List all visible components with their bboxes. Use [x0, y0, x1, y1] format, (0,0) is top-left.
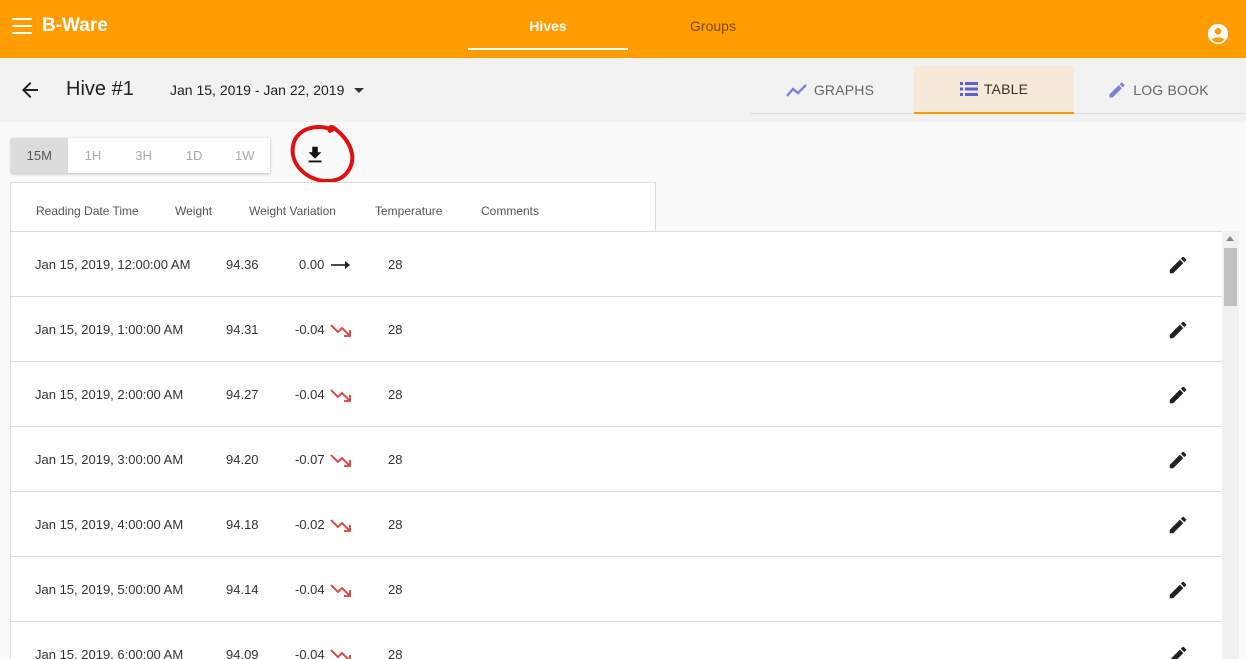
cell-weight-variation: 0.00: [299, 257, 325, 272]
tab-label: GRAPHS: [813, 82, 875, 98]
download-icon[interactable]: [304, 144, 326, 166]
edit-pencil-icon[interactable]: [1167, 514, 1189, 536]
cell-temperature: 28: [388, 452, 403, 467]
column-header[interactable]: Reading Date Time: [36, 204, 139, 218]
cell-weight: 94.14: [226, 582, 259, 597]
table-row: Jan 15, 2019, 2:00:00 AM 94.27 -0.04 28: [11, 362, 1222, 427]
cell-weight-variation: -0.04: [295, 322, 325, 337]
cell-temperature: 28: [388, 647, 403, 659]
cell-datetime: Jan 15, 2019, 1:00:00 AM: [35, 322, 184, 337]
cell-weight: 94.18: [226, 517, 259, 532]
nav-tab-hives[interactable]: Hives: [468, 0, 628, 58]
edit-pencil-icon[interactable]: [1167, 579, 1189, 601]
trend-flat-arrow-icon: [331, 261, 350, 269]
scroll-thumb[interactable]: [1224, 248, 1237, 306]
edit-pencil-icon[interactable]: [1167, 254, 1189, 276]
trend-down-arrow-icon: [330, 324, 351, 337]
cell-weight-variation: -0.04: [295, 387, 325, 402]
column-header[interactable]: Weight Variation: [249, 204, 336, 218]
page-title: Hive #1: [66, 78, 134, 100]
back-arrow-icon[interactable]: [18, 78, 42, 102]
trend-down-arrow-icon: [330, 389, 351, 402]
cell-weight-variation: -0.04: [295, 647, 325, 659]
cell-weight: 94.09: [226, 647, 259, 659]
table-row: Jan 15, 2019, 5:00:00 AM 94.14 -0.04 28: [11, 557, 1222, 622]
cell-weight-variation: -0.07: [295, 452, 325, 467]
cell-weight: 94.31: [226, 322, 259, 337]
view-tabs: GRAPHS TABLE LOG BOOK: [750, 66, 1246, 114]
cell-datetime: Jan 15, 2019, 3:00:00 AM: [35, 452, 184, 467]
hive-header: Hive #1 Jan 15, 2019 - Jan 22, 2019 GRAP…: [0, 58, 1246, 122]
cell-weight-variation: -0.02: [295, 517, 325, 532]
cell-temperature: 28: [388, 582, 403, 597]
app-brand: B-Ware: [42, 15, 108, 36]
edit-pencil-icon[interactable]: [1167, 644, 1189, 659]
table-row: Jan 15, 2019, 1:00:00 AM 94.31 -0.04 28: [11, 297, 1222, 362]
scroll-up-arrow-icon[interactable]: [1226, 236, 1234, 241]
nav-tab-label: Groups: [690, 18, 736, 34]
table-row: Jan 15, 2019, 4:00:00 AM 94.18 -0.02 28: [11, 492, 1222, 557]
caret-down-icon: [354, 87, 365, 93]
cell-weight: 94.20: [226, 452, 259, 467]
date-range-dropdown[interactable]: Jan 15, 2019 - Jan 22, 2019: [170, 82, 365, 98]
cell-datetime: Jan 15, 2019, 4:00:00 AM: [35, 517, 184, 532]
tab-log-book[interactable]: LOG BOOK: [1078, 66, 1238, 114]
trend-down-arrow-icon: [330, 649, 351, 659]
cell-datetime: Jan 15, 2019, 2:00:00 AM: [35, 387, 184, 402]
account-circle-icon[interactable]: [1207, 23, 1229, 45]
edit-pencil-icon[interactable]: [1167, 319, 1189, 341]
date-range-label: Jan 15, 2019 - Jan 22, 2019: [170, 82, 345, 98]
cell-temperature: 28: [388, 387, 403, 402]
cell-weight: 94.27: [226, 387, 259, 402]
tab-label: LOG BOOK: [1133, 82, 1209, 98]
cell-temperature: 28: [388, 322, 403, 337]
menu-icon[interactable]: [12, 18, 32, 34]
interval-1h-button[interactable]: 1H: [68, 138, 119, 173]
pencil-icon: [1109, 82, 1125, 98]
cell-datetime: Jan 15, 2019, 5:00:00 AM: [35, 582, 184, 597]
edit-pencil-icon[interactable]: [1167, 449, 1189, 471]
chart-line-icon: [785, 84, 807, 97]
nav-tab-label: Hives: [529, 18, 567, 34]
top-app-bar: B-Ware Hives Groups: [0, 0, 1246, 58]
tab-table[interactable]: TABLE: [914, 66, 1074, 114]
interval-toggle-group: 15M 1H 3H 1D 1W: [11, 138, 270, 173]
tab-label: TABLE: [983, 81, 1029, 97]
vertical-scrollbar[interactable]: [1222, 231, 1239, 659]
nav-tab-groups[interactable]: Groups: [633, 0, 793, 58]
interval-15m-button[interactable]: 15M: [11, 138, 68, 173]
edit-pencil-icon[interactable]: [1167, 384, 1189, 406]
interval-3h-button[interactable]: 3H: [118, 138, 169, 173]
table-body: Jan 15, 2019, 12:00:00 AM 94.36 0.00 28 Jan …: [10, 231, 1222, 659]
list-icon: [959, 82, 978, 96]
cell-weight-variation: -0.04: [295, 582, 325, 597]
interval-1w-button[interactable]: 1W: [219, 138, 270, 173]
column-header[interactable]: Comments: [481, 204, 539, 218]
trend-down-arrow-icon: [330, 519, 351, 532]
cell-datetime: Jan 15, 2019, 12:00:00 AM: [35, 257, 191, 272]
table-row: Jan 15, 2019, 12:00:00 AM 94.36 0.00 28: [11, 232, 1222, 297]
tab-graphs[interactable]: GRAPHS: [750, 66, 910, 114]
cell-temperature: 28: [388, 517, 403, 532]
column-header[interactable]: Weight: [175, 204, 212, 218]
trend-down-arrow-icon: [330, 454, 351, 467]
interval-1d-button[interactable]: 1D: [169, 138, 220, 173]
trend-down-arrow-icon: [330, 584, 351, 597]
table-header: Reading Date Time Weight Weight Variatio…: [10, 182, 656, 231]
column-header[interactable]: Temperature: [375, 204, 442, 218]
cell-weight: 94.36: [226, 257, 259, 272]
cell-temperature: 28: [388, 257, 403, 272]
cell-datetime: Jan 15, 2019, 6:00:00 AM: [35, 647, 184, 659]
table-row: Jan 15, 2019, 6:00:00 AM 94.09 -0.04 28: [11, 622, 1222, 659]
table-row: Jan 15, 2019, 3:00:00 AM 94.20 -0.07 28: [11, 427, 1222, 492]
active-tab-indicator: [468, 48, 628, 50]
